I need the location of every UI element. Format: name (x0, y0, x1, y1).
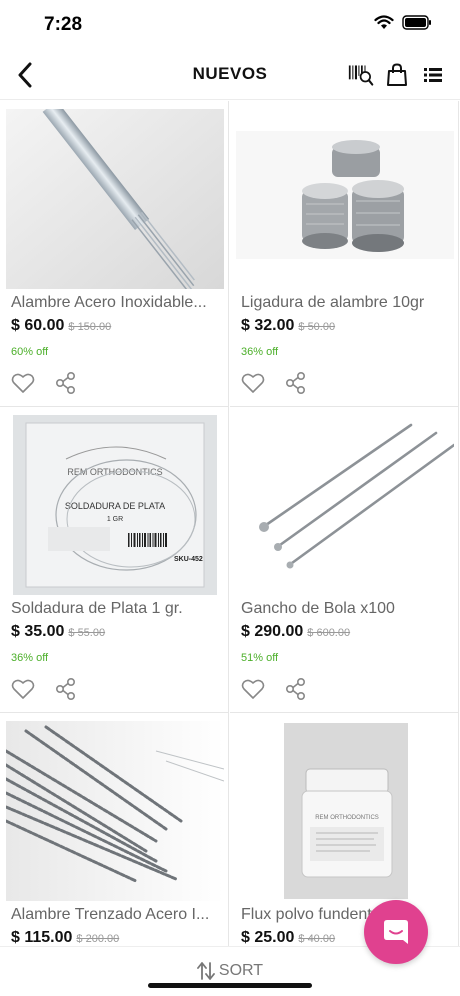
favorite-button[interactable] (241, 372, 265, 394)
sort-button[interactable]: SORT (0, 961, 460, 981)
product-price: $ 25.00 $ 40.00 (241, 929, 335, 947)
price-current: $ 32.00 (241, 317, 295, 334)
product-card[interactable]: Alambre Acero Inoxidable... $ 60.00 $ 150… (0, 101, 229, 407)
jar-brand: REM ORTHODONTICS (315, 815, 379, 821)
chat-button[interactable] (364, 900, 428, 964)
flux-powder-jar-image: REM ORTHODONTICS (236, 721, 454, 901)
wifi-icon (374, 15, 394, 29)
wire-spools-image (236, 109, 454, 289)
status-bar: 7:28 (0, 0, 460, 50)
product-image[interactable]: REM ORTHODONTICS (236, 721, 454, 901)
price-current: $ 60.00 (11, 317, 65, 334)
discount-label: 36% off (11, 652, 49, 664)
heart-icon (241, 373, 265, 393)
product-card[interactable]: REM ORTHODONTICS SOLDADURA DE PLATA 1 GR… (0, 407, 229, 713)
nav-bar: NUEVOS (0, 50, 460, 100)
share-icon (55, 371, 76, 395)
product-price: $ 35.00 $ 55.00 (11, 623, 105, 641)
share-button[interactable] (55, 371, 77, 395)
barcode-search-button[interactable] (348, 60, 374, 90)
share-button[interactable] (55, 677, 77, 701)
share-icon (55, 677, 76, 701)
price-original: $ 50.00 (298, 321, 336, 333)
product-price: $ 60.00 $ 150.00 (11, 317, 111, 335)
product-image[interactable]: REM ORTHODONTICS SOLDADURA DE PLATA 1 GR… (6, 415, 224, 595)
battery-icon (402, 15, 431, 30)
favorite-button[interactable] (11, 372, 35, 394)
back-arrow-icon (18, 62, 32, 88)
product-name[interactable]: Alambre Acero Inoxidable... (11, 294, 221, 312)
price-current: $ 25.00 (241, 929, 295, 946)
product-card[interactable]: Ligadura de alambre 10gr $ 32.00 $ 50.00 … (230, 101, 459, 407)
cart-button[interactable] (384, 60, 410, 90)
product-image[interactable] (236, 109, 454, 289)
discount-label: 60% off (11, 346, 49, 358)
price-original: $ 600.00 (307, 627, 351, 639)
back-button[interactable] (10, 60, 40, 90)
package-label: SOLDADURA DE PLATA (65, 501, 165, 511)
product-price: $ 115.00 $ 200.00 (11, 929, 119, 947)
product-name[interactable]: Gancho de Bola x100 (241, 600, 451, 618)
product-name[interactable]: Ligadura de alambre 10gr (241, 294, 451, 312)
ball-hook-pins-image (236, 415, 454, 595)
nav-actions (348, 60, 446, 90)
heart-icon (11, 679, 35, 699)
package-qty: 1 GR (107, 516, 123, 523)
price-current: $ 35.00 (11, 623, 65, 640)
share-icon (285, 677, 306, 701)
heart-icon (241, 679, 265, 699)
silver-solder-package-image: REM ORTHODONTICS SOLDADURA DE PLATA 1 GR… (6, 415, 224, 595)
discount-label: 36% off (241, 346, 279, 358)
discount-label: 51% off (241, 652, 279, 664)
chat-icon (384, 920, 408, 944)
favorite-button[interactable] (241, 678, 265, 700)
package-sku: SKU-452 (174, 556, 203, 563)
status-time: 7:28 (44, 14, 83, 35)
product-price: $ 32.00 $ 50.00 (241, 317, 335, 335)
shopping-bag-icon (387, 63, 407, 86)
list-view-icon (424, 68, 442, 82)
home-indicator (148, 983, 312, 988)
product-image[interactable] (6, 721, 224, 901)
share-button[interactable] (285, 371, 307, 395)
stainless-wire-image (6, 109, 224, 289)
product-name[interactable]: Alambre Trenzado Acero I... (11, 906, 221, 924)
braided-wire-image (6, 721, 224, 901)
favorite-button[interactable] (11, 678, 35, 700)
product-image[interactable] (236, 415, 454, 595)
product-card[interactable]: Gancho de Bola x100 $ 290.00 $ 600.00 51%… (230, 407, 459, 713)
price-current: $ 115.00 (11, 929, 73, 946)
product-card[interactable]: Alambre Trenzado Acero I... $ 115.00 $ 20… (0, 713, 229, 947)
product-card[interactable]: REM ORTHODONTICS Flux polvo fundente pa.… (230, 713, 459, 947)
heart-icon (11, 373, 35, 393)
price-original: $ 150.00 (68, 321, 112, 333)
share-icon (285, 371, 306, 395)
price-current: $ 290.00 (241, 623, 304, 640)
product-name[interactable]: Soldadura de Plata 1 gr. (11, 600, 221, 618)
sort-icon (197, 962, 215, 980)
price-original: $ 40.00 (298, 933, 336, 945)
price-original: $ 55.00 (68, 627, 106, 639)
product-image[interactable] (6, 109, 224, 289)
share-button[interactable] (285, 677, 307, 701)
barcode-search-icon (348, 65, 374, 86)
status-icons (374, 15, 432, 30)
list-view-button[interactable] (420, 60, 446, 90)
price-original: $ 200.00 (76, 933, 120, 945)
product-price: $ 290.00 $ 600.00 (241, 623, 350, 641)
sort-label: SORT (218, 962, 264, 979)
